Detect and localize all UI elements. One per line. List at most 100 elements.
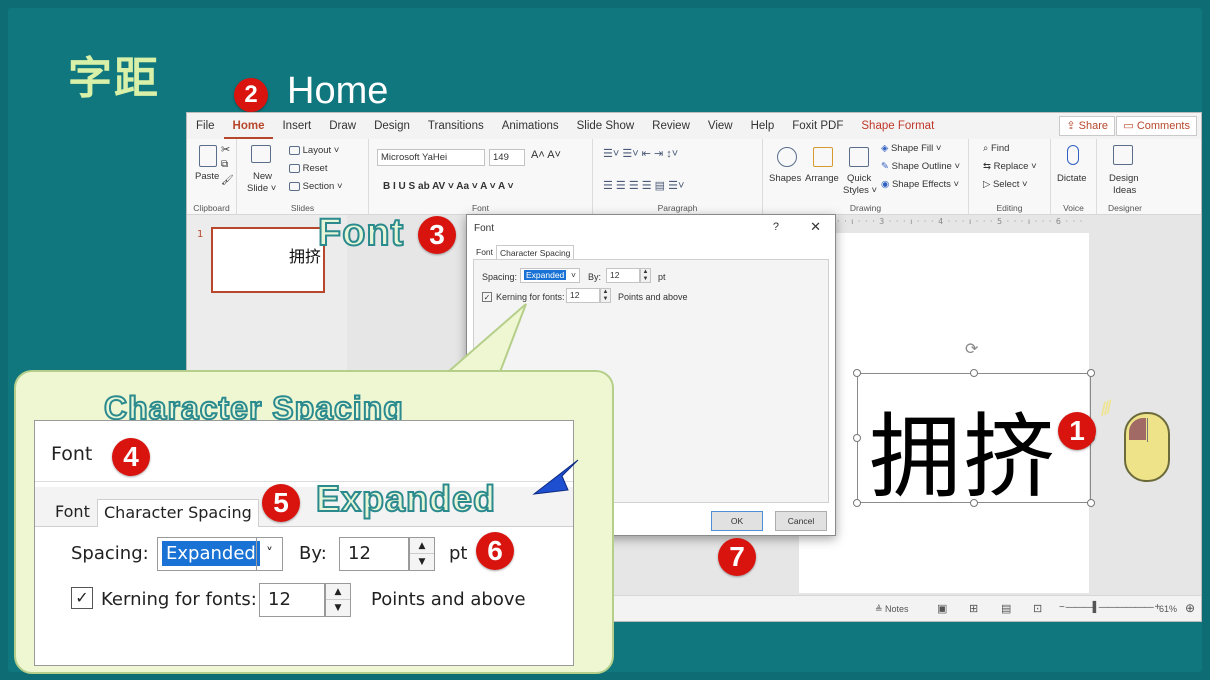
close-icon[interactable]: ✕	[810, 219, 821, 235]
zoom-level[interactable]: 61%	[1159, 604, 1177, 614]
resize-handle[interactable]	[1087, 369, 1095, 377]
comments-button[interactable]: ▭ Comments	[1116, 116, 1197, 136]
kerning-label: Kerning for fonts:	[496, 292, 565, 302]
zoomed-kerning-input[interactable]: 12	[259, 583, 325, 617]
horizontal-ruler: · · · 2 · · · ı · · · 3 · · · ı · · · 4 …	[799, 217, 1084, 226]
voice-group-label: Voice	[1063, 203, 1084, 213]
shapes-icon[interactable]	[777, 147, 797, 167]
zoomed-kerning-spinner[interactable]: ▲ ▼	[325, 583, 351, 617]
cursor-icon: ▷	[983, 179, 991, 190]
zoomed-by-spinner[interactable]: ▲ ▼	[409, 537, 435, 571]
menu-file[interactable]: File	[187, 113, 224, 139]
thumbnail-number: 1	[197, 229, 204, 240]
share-button[interactable]: ⇪ Share	[1059, 116, 1115, 136]
quick-styles-dropdown[interactable]: Styles ˅	[843, 185, 877, 196]
menu-draw[interactable]: Draw	[320, 113, 365, 139]
arrange-button[interactable]: Arrange	[805, 173, 839, 184]
microphone-icon[interactable]	[1067, 145, 1079, 165]
shapes-button[interactable]: Shapes	[769, 173, 801, 184]
font-size-box[interactable]: 149	[489, 149, 525, 166]
view-normal-icon[interactable]: ▣	[937, 602, 947, 615]
menu-insert[interactable]: Insert	[273, 113, 320, 139]
fit-slide-icon[interactable]: ⊕	[1185, 601, 1195, 615]
by-spinner[interactable]: ▲ ▼	[640, 268, 651, 283]
paste-button[interactable]: Paste	[195, 171, 219, 182]
design-ideas-icon[interactable]	[1113, 145, 1133, 165]
new-slide-icon[interactable]	[251, 145, 271, 163]
zoomed-by-input[interactable]: 12	[339, 537, 409, 571]
menu-design[interactable]: Design	[365, 113, 419, 139]
zoomed-spacing-select[interactable]: Expanded ˅	[157, 537, 283, 571]
menu-transitions[interactable]: Transitions	[419, 113, 493, 139]
reset-button[interactable]: Reset	[289, 163, 327, 174]
by-label: By:	[588, 272, 602, 282]
align-icons[interactable]: ☰ ☰ ☰ ☰ ▤ ☰˅	[603, 179, 684, 192]
new-slide-button[interactable]: New	[253, 171, 272, 182]
menu-home[interactable]: Home	[223, 113, 274, 139]
dictate-button[interactable]: Dictate	[1057, 173, 1087, 184]
spacing-select[interactable]: Expanded ˅	[520, 268, 580, 283]
kerning-spinner[interactable]: ▲ ▼	[600, 288, 611, 303]
resize-handle[interactable]	[853, 499, 861, 507]
view-sorter-icon[interactable]: ⊞	[969, 602, 978, 615]
menu-slide-show[interactable]: Slide Show	[568, 113, 644, 139]
paste-icon[interactable]	[199, 145, 217, 167]
spin-up-icon[interactable]: ▲	[326, 584, 350, 600]
menu-animations[interactable]: Animations	[493, 113, 568, 139]
section-button[interactable]: Section ˅	[289, 181, 343, 192]
tab-font[interactable]: Font	[473, 245, 496, 259]
kerning-checkbox[interactable]: ✓	[482, 292, 492, 302]
tab-character-spacing[interactable]: Character Spacing	[496, 245, 575, 259]
resize-handle[interactable]	[853, 434, 861, 442]
help-icon[interactable]: ?	[773, 221, 779, 233]
cancel-button[interactable]: Cancel	[775, 511, 827, 531]
shape-effects-button[interactable]: ◉ Shape Effects ˅	[881, 179, 959, 190]
resize-handle[interactable]	[1087, 499, 1095, 507]
view-reading-icon[interactable]: ▤	[1001, 602, 1011, 615]
clipboard-group: Paste ✂ ⧉ 🖌 Clipboard	[187, 139, 237, 215]
spin-up-icon[interactable]: ▲	[410, 538, 434, 554]
new-slide-dropdown[interactable]: Slide ˅	[247, 183, 276, 194]
find-button[interactable]: ⌕ Find	[983, 143, 1009, 154]
design-ideas-button[interactable]: Design	[1109, 173, 1139, 184]
view-slideshow-icon[interactable]: ⊡	[1033, 602, 1042, 615]
effects-icon: ◉	[881, 179, 890, 190]
copy-icon[interactable]: ⧉	[221, 159, 228, 170]
select-button[interactable]: ▷ Select ˅	[983, 179, 1028, 190]
zoom-slider[interactable]: − ———▌—————— +	[1059, 602, 1160, 613]
spin-down-icon[interactable]: ▼	[410, 554, 434, 570]
spin-down-icon[interactable]: ▼	[326, 600, 350, 616]
kerning-input[interactable]: 12	[566, 288, 600, 303]
slide-thumbnail[interactable]: 拥挤	[211, 227, 325, 293]
zoomed-kerning-checkbox[interactable]: ✓	[71, 587, 93, 609]
cut-icon[interactable]: ✂	[221, 143, 230, 156]
layout-button[interactable]: Layout ˅	[289, 145, 339, 156]
font-name-box[interactable]: Microsoft YaHei	[377, 149, 485, 166]
shape-fill-button[interactable]: ◈ Shape Fill ˅	[881, 143, 941, 154]
menu-shape-format[interactable]: Shape Format	[852, 113, 943, 139]
bullets-icon[interactable]: ☰˅ ☰˅ ⇤ ⇥ ↕˅	[603, 147, 678, 160]
arrange-icon[interactable]	[813, 147, 833, 167]
zoomed-tab-character-spacing[interactable]: Character Spacing	[97, 499, 259, 527]
quick-styles-button[interactable]: Quick	[847, 173, 871, 184]
grow-font-icon[interactable]: A˄ A˅	[531, 149, 561, 161]
font-format-row[interactable]: B I U S ab AV ˅ Aa ˅ A ˅ A ˅	[383, 181, 513, 192]
section-icon	[289, 181, 300, 191]
format-painter-icon[interactable]: 🖌	[221, 175, 234, 186]
resize-handle[interactable]	[853, 369, 861, 377]
menu-view[interactable]: View	[699, 113, 742, 139]
replace-button[interactable]: ⇆ Replace ˅	[983, 161, 1037, 172]
zoomed-tab-font[interactable]: Font	[49, 499, 96, 527]
slide-text[interactable]: 拥挤	[869, 383, 1057, 516]
resize-handle[interactable]	[970, 369, 978, 377]
menu-foxit-pdf[interactable]: Foxit PDF	[783, 113, 852, 139]
quick-styles-icon[interactable]	[849, 147, 869, 167]
shape-outline-button[interactable]: ✎ Shape Outline ˅	[881, 161, 960, 172]
rotate-handle-icon[interactable]: ⟳	[965, 339, 978, 358]
notes-button[interactable]: ≜ Notes	[875, 604, 909, 615]
step-6-badge: 6	[476, 532, 514, 570]
menu-review[interactable]: Review	[643, 113, 699, 139]
ok-button[interactable]: OK	[711, 511, 763, 531]
by-input[interactable]: 12	[606, 268, 640, 283]
menu-help[interactable]: Help	[742, 113, 784, 139]
